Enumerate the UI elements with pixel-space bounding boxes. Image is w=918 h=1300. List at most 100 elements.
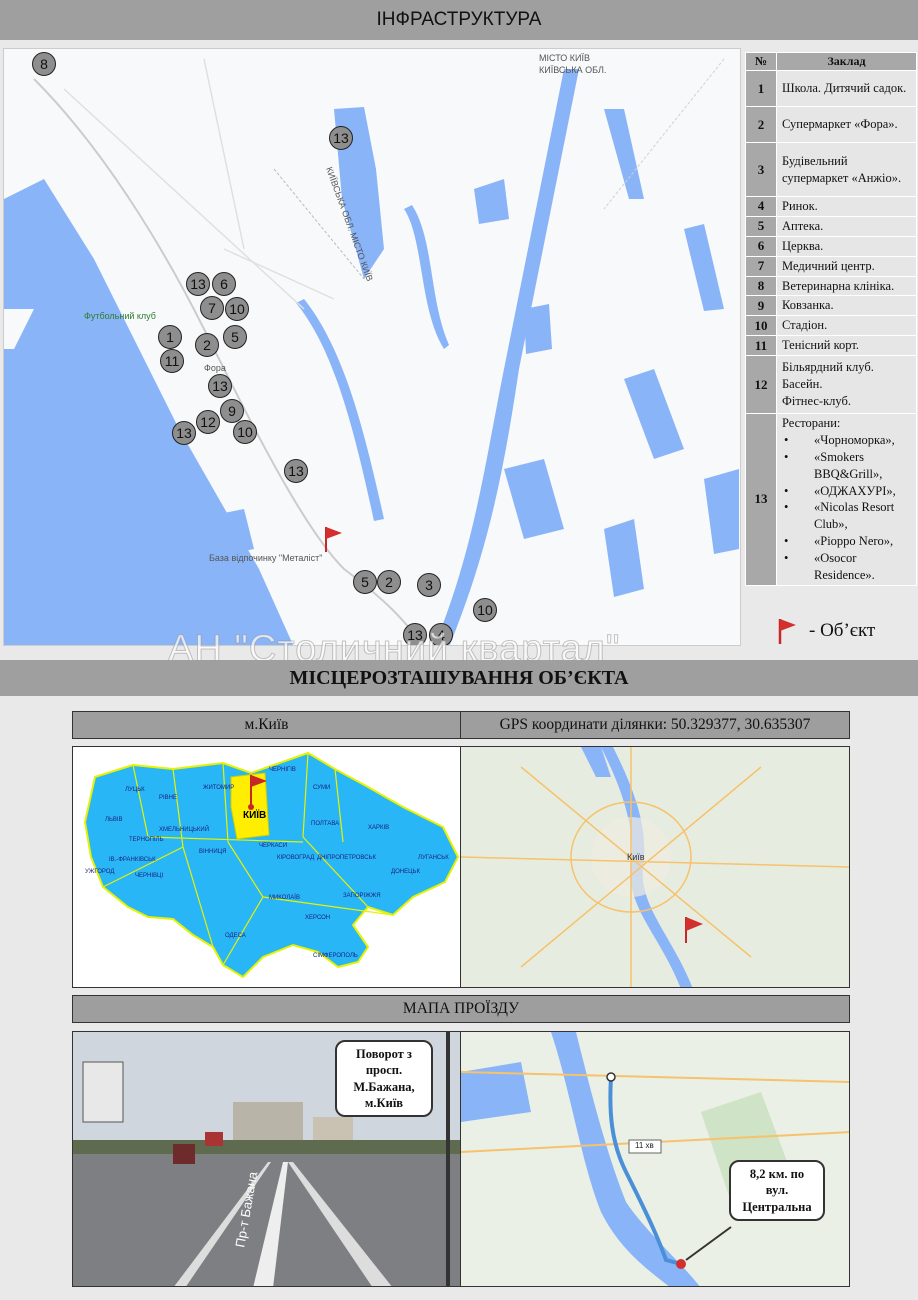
region-label: ХАРКІВ bbox=[368, 825, 390, 831]
row-num: 3 bbox=[745, 142, 777, 197]
table-row: 9 Ковзанка. bbox=[745, 295, 917, 317]
row-num: 1 bbox=[745, 70, 777, 107]
table-row: 11 Тенісний корт. bbox=[745, 335, 917, 356]
row-name: Ветеринарна клініка. bbox=[776, 275, 917, 297]
list-item: «Pioppo Nero», bbox=[782, 533, 911, 550]
map-pin-5[interactable]: 5 bbox=[223, 325, 247, 349]
map-pin-10[interactable]: 10 bbox=[473, 598, 497, 622]
region-label: ЛУГАНСЬК bbox=[418, 855, 449, 861]
map-pin-13[interactable]: 13 bbox=[329, 126, 353, 150]
restaurant-list: «Чорноморка», «Smokers BBQ&Grill», «ОДЖА… bbox=[782, 432, 911, 584]
map-pin-13[interactable]: 13 bbox=[186, 272, 210, 296]
map-pin-13[interactable]: 13 bbox=[172, 421, 196, 445]
map-label-football: Футбольний клуб bbox=[84, 311, 156, 321]
map-label-base: База відпочинку "Металіст" bbox=[209, 553, 323, 563]
map-pin-10[interactable]: 10 bbox=[233, 420, 257, 444]
row-line: Більярдний клуб. bbox=[782, 360, 874, 375]
region-label: РІВНЕ bbox=[159, 795, 178, 801]
region-label: ХЕРСОН bbox=[305, 915, 331, 921]
row-num: 13 bbox=[745, 413, 777, 586]
gps-header: GPS координати ділянки: 50.329377, 30.63… bbox=[460, 711, 850, 739]
ukraine-map: КИЇВ ЛУЦЬК РІВНЕ ЖИТОМИР ЧЕРНІГІВ СУМИ Л… bbox=[72, 746, 461, 988]
map-pin-11[interactable]: 11 bbox=[160, 349, 184, 373]
region-label: ДОНЕЦЬК bbox=[391, 869, 420, 875]
row-num: 11 bbox=[745, 335, 777, 356]
bubble-line: Центральна bbox=[742, 1199, 812, 1214]
legend-label: - Об’єкт bbox=[809, 620, 876, 641]
region-label: ЛЬВІВ bbox=[105, 817, 123, 823]
row-name: Стадіон. bbox=[776, 315, 917, 337]
map-pin-13[interactable]: 13 bbox=[284, 459, 308, 483]
region-label: ІВ.-ФРАНКІВСЬК bbox=[109, 857, 156, 863]
region-label: ЖИТОМИР bbox=[203, 785, 235, 791]
infrastructure-title: ІНФРАСТРУКТУРА bbox=[376, 9, 542, 30]
region-label: ОДЕСА bbox=[225, 933, 246, 939]
table-row: 5 Аптека. bbox=[745, 215, 917, 237]
map-label-region: КИЇВСЬКА ОБЛ. bbox=[539, 65, 607, 75]
kyiv-area-map: Київ bbox=[460, 746, 850, 988]
table-row: 1 Школа. Дитячий садок. bbox=[745, 70, 917, 107]
map-pin-6[interactable]: 6 bbox=[212, 272, 236, 296]
city-header: м.Київ bbox=[72, 711, 461, 739]
restaurants-title: Ресторани: bbox=[782, 416, 841, 430]
row-name: Будівельний супермаркет «Анжіо». bbox=[776, 142, 917, 197]
table-row: 3 Будівельний супермаркет «Анжіо». bbox=[745, 142, 917, 197]
row-num: 2 bbox=[745, 106, 777, 143]
table-row: 8 Ветеринарна клініка. bbox=[745, 275, 917, 297]
region-label: СІМФЕРОПОЛЬ bbox=[313, 953, 358, 959]
list-item: «Чорноморка», bbox=[782, 432, 911, 449]
map-pin-2[interactable]: 2 bbox=[377, 570, 401, 594]
map-pin-5[interactable]: 5 bbox=[353, 570, 377, 594]
bubble-line: м.Київ bbox=[364, 1095, 404, 1110]
row-num: 5 bbox=[745, 215, 777, 237]
kyiv-label: КИЇВ bbox=[243, 810, 267, 821]
list-item: «Nicolas Resort Club», bbox=[782, 499, 911, 533]
row-name: Ринок. bbox=[776, 196, 917, 217]
region-label: ЧЕРНІВЦІ bbox=[135, 873, 164, 879]
table-row: 10 Стадіон. bbox=[745, 315, 917, 337]
row-name: Супермаркет «Фора». bbox=[776, 106, 917, 143]
street-info-bubble: Поворот з просп. М.Бажана, м.Київ bbox=[335, 1040, 433, 1117]
row-name: Школа. Дитячий садок. bbox=[776, 70, 917, 107]
map-pin-2[interactable]: 2 bbox=[195, 333, 219, 357]
row-name: Медичний центр. bbox=[776, 255, 917, 277]
region-label: ВІННИЦЯ bbox=[199, 849, 227, 855]
region-label: КІРОВОГРАД bbox=[277, 855, 315, 861]
region-label: ХМЕЛЬНИЦЬКИЙ bbox=[159, 827, 210, 833]
map-pin-8[interactable]: 8 bbox=[32, 52, 56, 76]
map-pin-1[interactable]: 1 bbox=[158, 325, 182, 349]
table-row: 7 Медичний центр. bbox=[745, 255, 917, 277]
street-view-photo: Пр-т Бажана Поворот з просп. М.Бажана, м… bbox=[72, 1031, 461, 1287]
table-row: 6 Церква. bbox=[745, 235, 917, 257]
map-pin-7[interactable]: 7 bbox=[200, 296, 224, 320]
route-time: 11 хв bbox=[635, 1141, 654, 1150]
infrastructure-map-background bbox=[4, 49, 740, 645]
map-pin-12[interactable]: 12 bbox=[196, 410, 220, 434]
map-pin-9[interactable]: 9 bbox=[220, 399, 244, 423]
row-name: Більярдний клуб. Басейн. Фітнес-клуб. bbox=[776, 355, 917, 414]
table-header-row: № Заклад bbox=[745, 52, 917, 71]
city-label: м.Київ bbox=[244, 716, 289, 733]
route-header: МАПА ПРОЇЗДУ bbox=[72, 995, 850, 1023]
row-num: 9 bbox=[745, 295, 777, 317]
location-title-bar: МІСЦЕРОЗТАШУВАННЯ ОБ’ЄКТА bbox=[0, 660, 918, 696]
table-row: 12 Більярдний клуб. Басейн. Фітнес-клуб. bbox=[745, 355, 917, 414]
map-label-kyiv: МІСТО КИЇВ bbox=[539, 53, 591, 63]
flag-icon bbox=[778, 619, 796, 644]
table-row: 2 Супермаркет «Фора». bbox=[745, 106, 917, 143]
route-info-bubble: 8,2 км. по вул. Центральна bbox=[729, 1160, 825, 1221]
region-label: ТЕРНОПІЛЬ bbox=[129, 837, 164, 843]
region-label: ЧЕРНІГІВ bbox=[269, 767, 296, 773]
row-num: 6 bbox=[745, 235, 777, 257]
row-num: 7 bbox=[745, 255, 777, 277]
bubble-line: М.Бажана, bbox=[353, 1079, 415, 1094]
list-item: «Osocor Residence». bbox=[782, 550, 911, 584]
bubble-line: вул. bbox=[765, 1183, 789, 1198]
region-label: ПОЛТАВА bbox=[311, 821, 340, 827]
map-pin-10[interactable]: 10 bbox=[225, 297, 249, 321]
map-pin-3[interactable]: 3 bbox=[417, 573, 441, 597]
map-pin-13[interactable]: 13 bbox=[208, 374, 232, 398]
table-header-name: Заклад bbox=[776, 52, 917, 71]
region-label: ЧЕРКАСИ bbox=[259, 843, 288, 849]
region-label: ДНІПРОПЕТРОВСЬК bbox=[317, 855, 376, 861]
